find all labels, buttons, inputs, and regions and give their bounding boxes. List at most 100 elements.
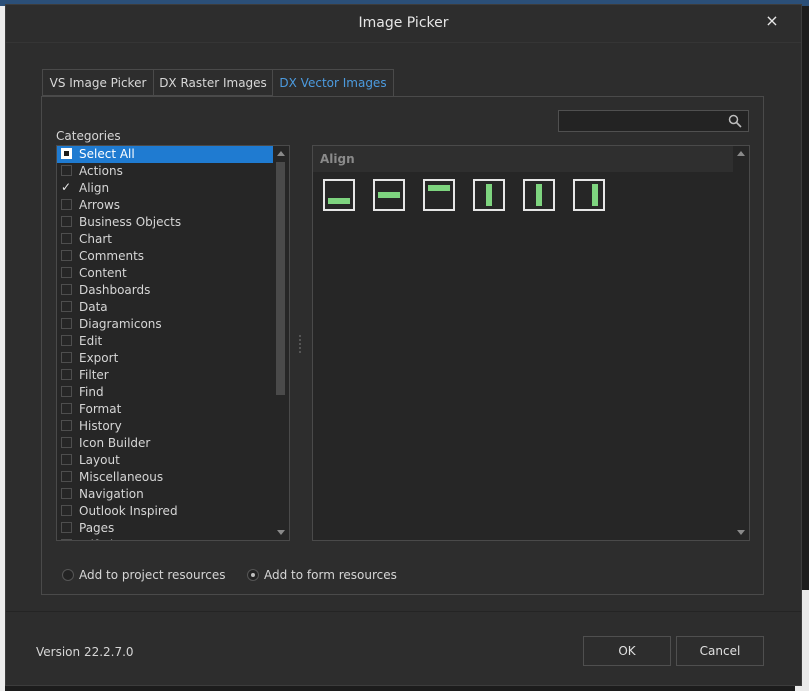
category-item[interactable]: Filter xyxy=(57,367,273,384)
category-item[interactable]: Layout xyxy=(57,452,273,469)
category-checkbox[interactable] xyxy=(61,522,72,533)
category-checkbox[interactable] xyxy=(61,505,72,516)
category-item[interactable]: Edit xyxy=(57,333,273,350)
category-item[interactable]: ✓ Align xyxy=(57,180,273,197)
category-checkbox[interactable] xyxy=(61,284,72,295)
category-item[interactable]: Comments xyxy=(57,248,273,265)
image-picker-dialog: Image Picker × VS Image Picker DX Raster… xyxy=(5,4,802,686)
category-checkbox[interactable] xyxy=(61,386,72,397)
category-checkbox[interactable] xyxy=(61,454,72,465)
category-item[interactable]: Actions xyxy=(57,163,273,180)
category-checkbox[interactable] xyxy=(61,301,72,312)
tab-dx-raster-images[interactable]: DX Raster Images xyxy=(153,69,273,96)
category-checkbox[interactable] xyxy=(61,539,72,540)
category-label: Pages xyxy=(79,521,115,535)
category-item[interactable]: Data xyxy=(57,299,273,316)
category-label: Content xyxy=(79,266,127,280)
checkmark-icon: ✓ xyxy=(61,180,72,194)
category-checkbox[interactable] xyxy=(61,199,72,210)
align-middle-icon[interactable] xyxy=(373,179,405,211)
close-icon[interactable]: × xyxy=(763,12,781,30)
category-item[interactable]: Business Objects xyxy=(57,214,273,231)
radio-indicator xyxy=(247,569,259,581)
images-gallery: Align xyxy=(312,145,750,541)
category-checkbox[interactable] xyxy=(61,216,72,227)
category-checkbox[interactable] xyxy=(61,488,72,499)
search-icon[interactable] xyxy=(728,114,742,128)
category-label: Export xyxy=(79,351,119,365)
category-checkbox[interactable] xyxy=(61,471,72,482)
category-item[interactable]: Pages xyxy=(57,520,273,537)
category-label: Diagramicons xyxy=(79,317,162,331)
category-item[interactable]: Pdf Viewer xyxy=(57,537,273,540)
category-label: History xyxy=(79,419,122,433)
category-checkbox[interactable] xyxy=(61,420,72,431)
category-checkbox[interactable] xyxy=(61,267,72,278)
dialog-title: Image Picker xyxy=(358,15,449,31)
category-checkbox[interactable] xyxy=(61,233,72,244)
category-item[interactable]: Content xyxy=(57,265,273,282)
ok-button[interactable]: OK xyxy=(583,636,671,666)
scroll-down-icon[interactable] xyxy=(737,530,745,535)
category-item[interactable]: Format xyxy=(57,401,273,418)
category-label: Icon Builder xyxy=(79,436,151,450)
category-label: Pdf Viewer xyxy=(79,537,143,540)
categories-scrollbar[interactable] xyxy=(273,146,289,540)
category-label: Actions xyxy=(79,164,123,178)
category-label: Chart xyxy=(79,232,112,246)
category-checkbox[interactable]: ✓ xyxy=(61,180,72,194)
version-label: Version 22.2.7.0 xyxy=(36,645,134,659)
category-label: Select All xyxy=(79,147,135,161)
scroll-up-icon[interactable] xyxy=(737,151,745,156)
category-item[interactable]: Arrows xyxy=(57,197,273,214)
gallery-scrollbar[interactable] xyxy=(733,146,749,540)
scroll-thumb[interactable] xyxy=(276,162,285,395)
categories-label: Categories xyxy=(56,129,121,143)
category-checkbox[interactable] xyxy=(61,318,72,329)
radio-label: Add to project resources xyxy=(79,568,226,582)
align-left-icon[interactable] xyxy=(473,179,505,211)
category-checkbox[interactable] xyxy=(61,335,72,346)
divider xyxy=(6,611,801,612)
category-item[interactable]: Miscellaneous xyxy=(57,469,273,486)
divider xyxy=(6,42,801,43)
category-checkbox[interactable] xyxy=(61,369,72,380)
search-input[interactable] xyxy=(563,113,727,131)
category-item[interactable]: Navigation xyxy=(57,486,273,503)
tab-dx-vector-images[interactable]: DX Vector Images xyxy=(272,69,394,97)
category-label: Edit xyxy=(79,334,103,348)
search-box[interactable] xyxy=(558,110,749,132)
category-item[interactable]: Export xyxy=(57,350,273,367)
scroll-down-icon[interactable] xyxy=(277,530,285,535)
category-label: Dashboards xyxy=(79,283,151,297)
align-top-icon[interactable] xyxy=(423,179,455,211)
category-item[interactable]: Select All xyxy=(57,146,273,163)
category-checkbox[interactable] xyxy=(61,437,72,448)
category-label: Find xyxy=(79,385,104,399)
categories-list[interactable]: Pdf Viewer Pages Outlook Inspired Navigatio… xyxy=(56,145,290,541)
scroll-up-icon[interactable] xyxy=(277,151,285,156)
category-label: Arrows xyxy=(79,198,121,212)
category-item[interactable]: Chart xyxy=(57,231,273,248)
category-checkbox[interactable] xyxy=(61,165,72,176)
tab-vs-image-picker[interactable]: VS Image Picker xyxy=(42,69,154,96)
align-right-icon[interactable] xyxy=(573,179,605,211)
title-bar: Image Picker × xyxy=(6,5,801,42)
category-item[interactable]: Diagramicons xyxy=(57,316,273,333)
category-checkbox[interactable] xyxy=(61,148,72,159)
category-item[interactable]: Icon Builder xyxy=(57,435,273,452)
category-label: Outlook Inspired xyxy=(79,504,178,518)
category-item[interactable]: History xyxy=(57,418,273,435)
category-label: Miscellaneous xyxy=(79,470,164,484)
category-item[interactable]: Dashboards xyxy=(57,282,273,299)
category-checkbox[interactable] xyxy=(61,403,72,414)
category-item[interactable]: Find xyxy=(57,384,273,401)
category-checkbox[interactable] xyxy=(61,250,72,261)
category-checkbox[interactable] xyxy=(61,352,72,363)
align-center-icon[interactable] xyxy=(523,179,555,211)
cancel-button[interactable]: Cancel xyxy=(676,636,764,666)
category-item[interactable]: Outlook Inspired xyxy=(57,503,273,520)
category-label: Comments xyxy=(79,249,145,263)
splitter-handle[interactable] xyxy=(298,333,302,355)
align-bottom-icon[interactable] xyxy=(323,179,355,211)
